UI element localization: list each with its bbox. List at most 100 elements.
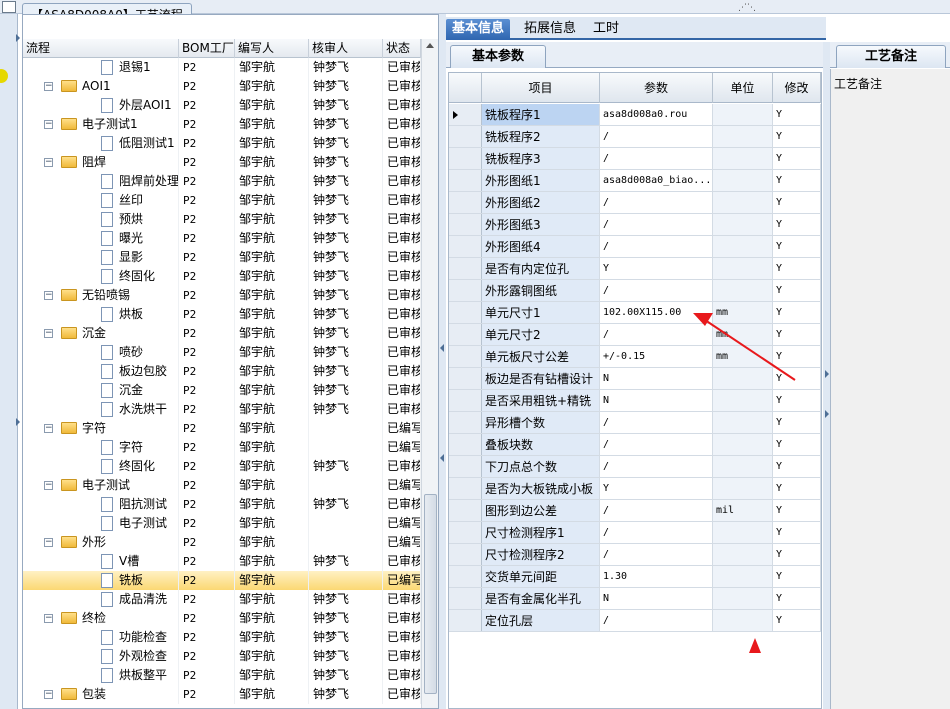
- row-indicator[interactable]: [449, 126, 482, 147]
- collapse-right-icon[interactable]: [825, 370, 829, 378]
- collapse-right-icon[interactable]: [825, 410, 829, 418]
- grid-cell-param[interactable]: asa8d008a0_biao...: [600, 170, 713, 191]
- tree-row[interactable]: 丝印 P2 邹宇航 钟梦飞 已审核: [23, 191, 421, 210]
- grid-cell-unit[interactable]: mm: [713, 324, 773, 345]
- tree-row[interactable]: 喷砂 P2 邹宇航 钟梦飞 已审核: [23, 343, 421, 362]
- grid-cell-modify[interactable]: Y: [773, 412, 821, 433]
- tree-node[interactable]: − 阻焊: [23, 153, 179, 172]
- window-menu-icon[interactable]: [2, 1, 16, 13]
- grid-cell-param[interactable]: /: [600, 610, 713, 631]
- grid-cell-modify[interactable]: Y: [773, 390, 821, 411]
- grid-cell-param[interactable]: /: [600, 434, 713, 455]
- tree-node[interactable]: 烘板: [23, 305, 179, 324]
- tree-row[interactable]: − 阻焊 P2 邹宇航 钟梦飞 已审核: [23, 153, 421, 172]
- grid-cell-unit[interactable]: [713, 478, 773, 499]
- grid-row[interactable]: 尺寸检测程序1/ Y: [449, 522, 821, 544]
- tree-row[interactable]: 字符 P2 邹宇航 已编写: [23, 438, 421, 457]
- grid-cell-param[interactable]: /: [600, 412, 713, 433]
- tree-node[interactable]: 外观检查: [23, 647, 179, 666]
- column-header-bom[interactable]: BOM工厂: [179, 39, 235, 58]
- tree-node[interactable]: 铣板: [23, 571, 179, 590]
- grid-cell-unit[interactable]: mm: [713, 346, 773, 367]
- grid-cell-modify[interactable]: Y: [773, 610, 821, 631]
- tree-node[interactable]: − 包装: [23, 685, 179, 704]
- row-indicator[interactable]: [449, 258, 482, 279]
- column-header-flow[interactable]: 流程: [23, 39, 179, 58]
- grid-row[interactable]: 交货单元间距 1.30 Y: [449, 566, 821, 588]
- row-indicator[interactable]: [449, 390, 482, 411]
- grid-cell-unit[interactable]: [713, 170, 773, 191]
- row-indicator[interactable]: [449, 368, 482, 389]
- grid-cell-unit[interactable]: [713, 456, 773, 477]
- tree-node[interactable]: 成品清洗: [23, 590, 179, 609]
- grid-cell-modify[interactable]: Y: [773, 456, 821, 477]
- row-indicator[interactable]: [449, 346, 482, 367]
- tree-row[interactable]: 外层AOI1 P2 邹宇航 钟梦飞 已审核: [23, 96, 421, 115]
- drag-grip-icon[interactable]: ⋰⋱: [738, 3, 756, 13]
- tree-node[interactable]: 电子测试: [23, 514, 179, 533]
- grid-cell-modify[interactable]: Y: [773, 346, 821, 367]
- column-header-reviewer[interactable]: 核审人: [309, 39, 383, 58]
- tree-node[interactable]: 低阻测试1: [23, 134, 179, 153]
- tree-row[interactable]: 成品清洗 P2 邹宇航 钟梦飞 已审核: [23, 590, 421, 609]
- grid-cell-param[interactable]: /: [600, 126, 713, 147]
- tree-row[interactable]: − 无铅喷锡 P2 邹宇航 钟梦飞 已审核: [23, 286, 421, 305]
- grid-cell-unit[interactable]: [713, 258, 773, 279]
- grid-cell-param[interactable]: Y: [600, 478, 713, 499]
- grid-cell-unit[interactable]: [713, 280, 773, 301]
- tree-node[interactable]: 阻焊前处理: [23, 172, 179, 191]
- grid-cell-param[interactable]: /: [600, 236, 713, 257]
- grid-cell-unit[interactable]: [713, 192, 773, 213]
- tree-row[interactable]: 外观检查 P2 邹宇航 钟梦飞 已审核: [23, 647, 421, 666]
- tree-row[interactable]: − 终检 P2 邹宇航 钟梦飞 已审核: [23, 609, 421, 628]
- grid-cell-param[interactable]: N: [600, 390, 713, 411]
- grid-cell-unit[interactable]: [713, 390, 773, 411]
- grid-row[interactable]: 是否有金属化半孔 N Y: [449, 588, 821, 610]
- grid-cell-unit[interactable]: [713, 610, 773, 631]
- expander-icon[interactable]: −: [44, 690, 53, 699]
- grid-row[interactable]: 叠板块数 / Y: [449, 434, 821, 456]
- grid-row[interactable]: 板边是否有钻槽设计 N Y: [449, 368, 821, 390]
- grid-cell-param[interactable]: asa8d008a0.rou: [600, 104, 713, 125]
- grid-header-unit[interactable]: 单位: [713, 73, 773, 103]
- grid-header-param[interactable]: 参数: [600, 73, 713, 103]
- grid-row[interactable]: 单元尺寸1 102.00X115.00 mm Y: [449, 302, 821, 324]
- tab-basic-info[interactable]: 基本信息: [446, 19, 511, 40]
- tree-row[interactable]: 终固化 P2 邹宇航 钟梦飞 已审核: [23, 457, 421, 476]
- tree-row[interactable]: − 电子测试1 P2 邹宇航 钟梦飞 已审核: [23, 115, 421, 134]
- tree-row[interactable]: − 外形 P2 邹宇航 已编写: [23, 533, 421, 552]
- tree-node[interactable]: − 沉金: [23, 324, 179, 343]
- tree-node[interactable]: 终固化: [23, 457, 179, 476]
- grid-cell-modify[interactable]: Y: [773, 588, 821, 609]
- tree-row[interactable]: − 电子测试 P2 邹宇航 已编写: [23, 476, 421, 495]
- grid-row[interactable]: 定位孔层 / Y: [449, 610, 821, 632]
- tree-node[interactable]: 功能检查: [23, 628, 179, 647]
- grid-cell-unit[interactable]: [713, 214, 773, 235]
- tree-row[interactable]: 预烘 P2 邹宇航 钟梦飞 已审核: [23, 210, 421, 229]
- tree-node[interactable]: − 无铅喷锡: [23, 286, 179, 305]
- grid-cell-unit[interactable]: [713, 544, 773, 565]
- tree-row[interactable]: 电子测试 P2 邹宇航 已编写: [23, 514, 421, 533]
- grid-row[interactable]: 是否采用粗铣+精铣 N Y: [449, 390, 821, 412]
- grid-cell-param[interactable]: 1.30: [600, 566, 713, 587]
- tab-extended-info[interactable]: 拓展信息: [518, 19, 582, 40]
- row-indicator[interactable]: [449, 566, 482, 587]
- tree-row[interactable]: 显影 P2 邹宇航 钟梦飞 已审核: [23, 248, 421, 267]
- row-indicator[interactable]: [449, 280, 482, 301]
- tree-node[interactable]: 预烘: [23, 210, 179, 229]
- tree-row[interactable]: 板边包胶 P2 邹宇航 钟梦飞 已审核: [23, 362, 421, 381]
- tree-row[interactable]: V槽 P2 邹宇航 钟梦飞 已审核: [23, 552, 421, 571]
- tree-row[interactable]: − 字符 P2 邹宇航 已编写: [23, 419, 421, 438]
- grid-cell-modify[interactable]: Y: [773, 522, 821, 543]
- notes-splitter[interactable]: [823, 42, 830, 709]
- grid-cell-modify[interactable]: Y: [773, 104, 821, 125]
- tree-node[interactable]: − 电子测试: [23, 476, 179, 495]
- row-indicator[interactable]: [449, 610, 482, 631]
- grid-cell-modify[interactable]: Y: [773, 148, 821, 169]
- grid-row[interactable]: 图形到边公差 / mil Y: [449, 500, 821, 522]
- grid-row[interactable]: 外形露铜图纸 / Y: [449, 280, 821, 302]
- grid-cell-param[interactable]: 102.00X115.00: [600, 302, 713, 323]
- column-header-status[interactable]: 状态: [383, 39, 421, 58]
- grid-cell-unit[interactable]: [713, 412, 773, 433]
- tree-node[interactable]: 阻抗测试: [23, 495, 179, 514]
